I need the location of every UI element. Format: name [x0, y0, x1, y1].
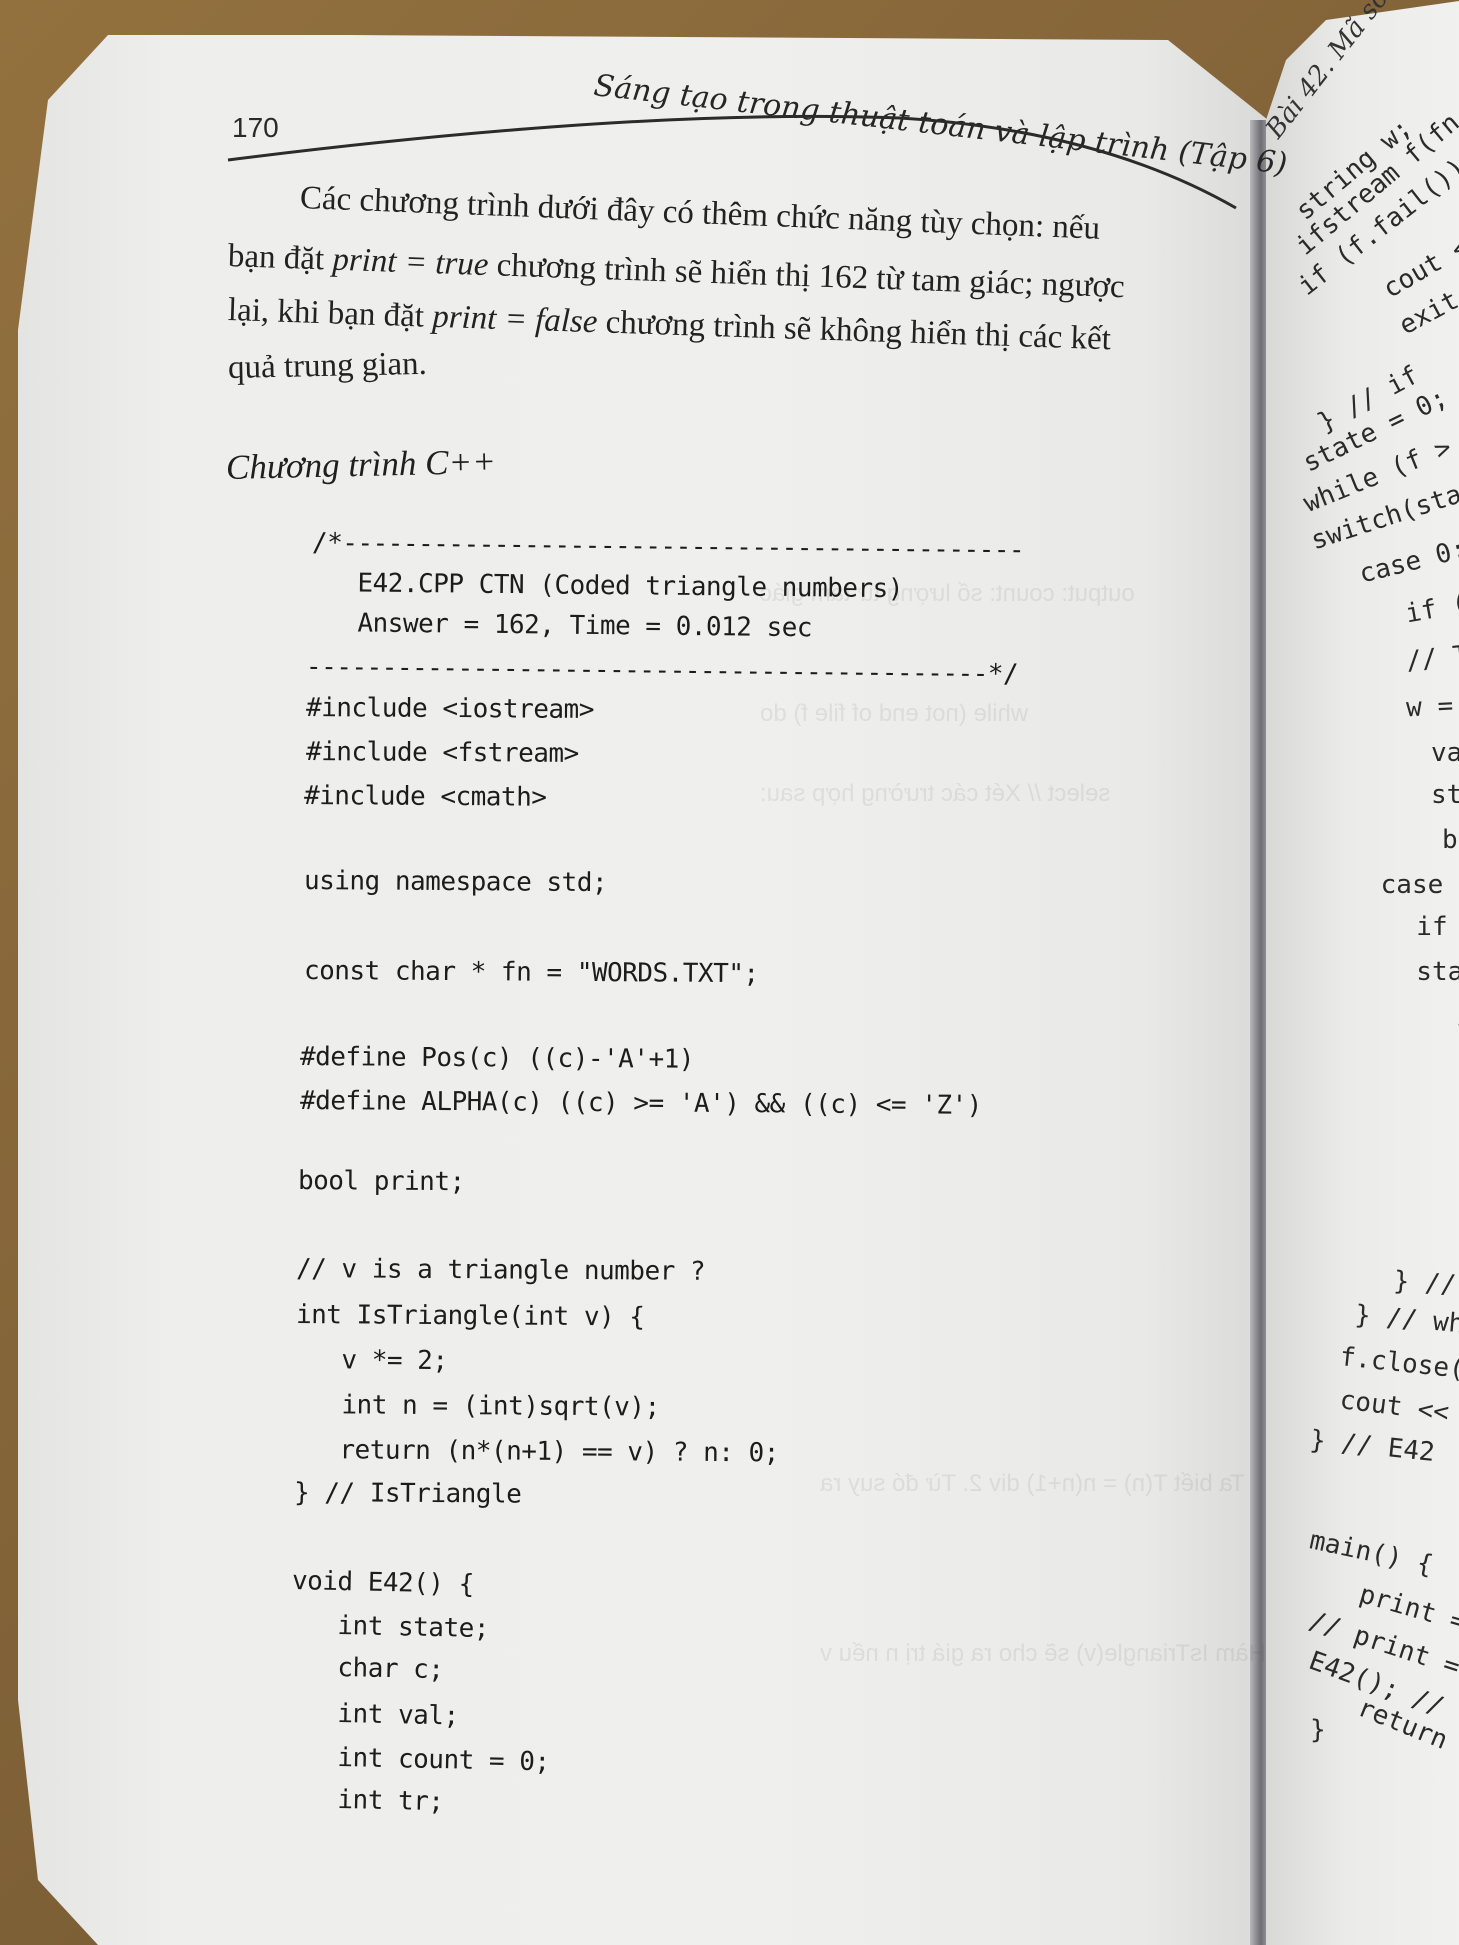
code-line: bool print; [297, 1166, 465, 1198]
right-code-line: val = [1430, 738, 1459, 768]
right-code-line: tr [1430, 1043, 1459, 1073]
right-code-line: if (A [1416, 912, 1448, 942]
code-line: int tr; [291, 1784, 444, 1818]
code-line: int count = 0; [291, 1742, 550, 1778]
right-code-line: // [1410, 1000, 1459, 1030]
code-line: void E42() { [291, 1566, 475, 1600]
code-line: #define Pos(c) ((c)-'A'+1) [299, 1042, 695, 1075]
code-line: int n = (int)sqrt(v); [295, 1390, 660, 1423]
code-line: int state; [291, 1610, 490, 1645]
code-line: Answer = 162, Time = 0.012 sec [311, 608, 813, 644]
code-line: } // IsTriangle [293, 1478, 522, 1510]
right-code-line: w = c [1405, 690, 1454, 724]
code-line: #define ALPHA(c) ((c) >= 'A') && ((c) <=… [299, 1086, 982, 1121]
right-code-line: } [1310, 1715, 1326, 1745]
right-code-line: stat [1430, 780, 1459, 810]
right-code-line: brea [1441, 825, 1459, 855]
code-line: using namespace std; [303, 866, 608, 899]
code-line: int IsTriangle(int v) { [295, 1300, 645, 1333]
inline-code-term: print = true [331, 241, 490, 284]
right-code-line: case 1 [1380, 870, 1459, 900]
paragraph-line: quả trung gian. [228, 346, 428, 387]
book-gutter [1250, 120, 1268, 1945]
right-code-line: } [1418, 1188, 1459, 1218]
paragraph-text: bạn đặt [227, 238, 334, 278]
inline-code-term: print = false [431, 298, 599, 341]
section-heading: Chương trình C++ [225, 441, 497, 487]
show-through-text: while (not end of file f) do [760, 700, 1029, 727]
right-code-line: i [1435, 1086, 1459, 1116]
right-code-line: state [1416, 957, 1459, 987]
code-line: return (n*(n+1) == v) ? n: 0; [293, 1435, 779, 1469]
paragraph-text: lại, khi bạn đặt [227, 292, 433, 335]
code-line: #include <iostream> [305, 693, 595, 726]
code-line: v *= 2; [295, 1345, 448, 1377]
code-line: E42.CPP CTN (Coded triangle numbers) [311, 568, 904, 605]
show-through-text: select // Xét các trường hợp sau: [760, 780, 1111, 807]
code-line: const char * fn = "WORDS.TXT"; [303, 956, 759, 990]
paragraph-text: quả trung gian. [227, 345, 428, 386]
show-through-text: Hàm IsTriangle(v) sẽ cho ra giá trị n nế… [820, 1640, 1266, 1667]
code-line: // v is a triangle number ? [295, 1254, 706, 1287]
code-line: char c; [291, 1652, 444, 1686]
code-line: int val; [291, 1698, 459, 1732]
show-through-text: Ta biết T(n) = n(n+1) div 2. Từ đó suy r… [820, 1470, 1245, 1497]
right-code-line: } // [1376, 1265, 1458, 1301]
code-line: #include <fstream> [305, 737, 579, 769]
code-line: #include <cmath> [303, 781, 547, 813]
